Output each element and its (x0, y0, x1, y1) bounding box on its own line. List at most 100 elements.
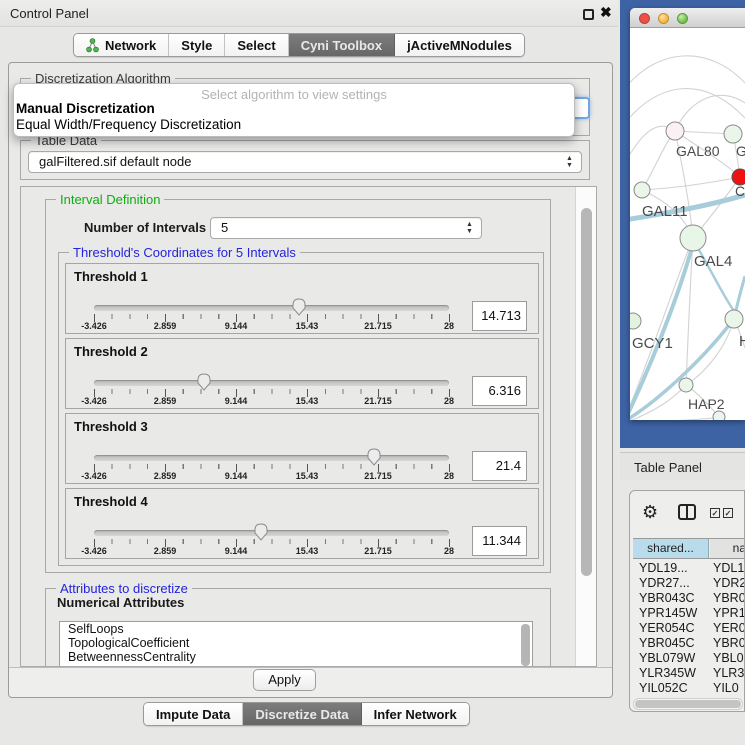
table-row[interactable]: YER054CYER0 (633, 621, 745, 636)
network-view-frame: GAL80 G C GAL11 GAL4 GCY1 H HAP2 (620, 0, 745, 448)
table-row[interactable]: YLR345WYLR3 (633, 666, 745, 681)
vertical-scrollbar[interactable] (575, 187, 596, 666)
node-hap2[interactable] (679, 378, 693, 392)
slider-scale: -3.4262.8599.14415.4321.71528 (94, 396, 449, 408)
interval-definition-group: Interval Definition Number of Intervals … (45, 199, 551, 573)
horizontal-scrollbar[interactable] (633, 698, 743, 710)
table-data-combo-value: galFiltered.sif default node (39, 154, 191, 169)
checkbox-icon[interactable]: ✓ (723, 508, 733, 518)
table-panel-titlebar: Table Panel (620, 452, 745, 480)
tab-select[interactable]: Select (225, 34, 288, 56)
table-panel-title: Table Panel (634, 460, 702, 475)
table-row[interactable]: YPR145WYPR1 (633, 606, 745, 621)
table-row[interactable]: YBL079WYBL0 (633, 651, 745, 666)
threshold-4-value[interactable]: 11.344 (472, 526, 527, 556)
tab-discretize-data[interactable]: Discretize Data (243, 703, 361, 725)
minimize-traffic-light-icon[interactable] (658, 13, 669, 24)
slider-scale: -3.4262.8599.14415.4321.71528 (94, 546, 449, 558)
table-header: shared... na (633, 538, 745, 559)
bottom-tab-bar: Impute Data Discretize Data Infer Networ… (143, 702, 470, 726)
popup-item-manual-discretization[interactable]: Manual Discretization (14, 101, 574, 117)
node-gcy1[interactable] (630, 313, 641, 329)
number-of-intervals-label: Number of Intervals (84, 220, 206, 235)
threshold-3-box: Threshold 3 -3.4262.8599.14415.4321.7152… (65, 413, 539, 484)
list-scrollbar[interactable] (521, 624, 530, 666)
popup-placeholder: Select algorithm to view settings (14, 84, 574, 101)
threshold-2-value[interactable]: 6.316 (472, 376, 527, 406)
combo-arrows-icon: ▲▼ (565, 155, 574, 171)
close-traffic-light-icon[interactable] (639, 13, 650, 24)
tab-network-label: Network (105, 38, 156, 53)
list-item[interactable]: TopologicalCoefficient (60, 636, 532, 650)
algorithm-dropdown-popup: Select algorithm to view settings Manual… (13, 83, 575, 137)
slider-scale: -3.4262.8599.14415.4321.71528 (94, 321, 449, 333)
threshold-1-value[interactable]: 14.713 (472, 301, 527, 331)
numerical-attributes-list[interactable]: SelfLoops TopologicalCoefficient Between… (59, 621, 533, 667)
top-tab-bar: Network Style Select Cyni Toolbox jActiv… (73, 33, 525, 57)
network-window-titlebar (630, 8, 745, 28)
node-gal80[interactable] (666, 122, 684, 140)
zoom-traffic-light-icon[interactable] (677, 13, 688, 24)
threshold-4-box: Threshold 4 -3.4262.8599.14415.4321.7152… (65, 488, 539, 559)
table-row[interactable]: YBR045CYBR0 (633, 636, 745, 651)
table-data-combo[interactable]: galFiltered.sif default node ▲▼ (28, 151, 582, 173)
table-row[interactable]: YIL052CYIL0 (633, 681, 745, 694)
node[interactable] (713, 411, 725, 420)
horizontal-scrollbar-thumb[interactable] (635, 700, 741, 708)
tab-jactivemnodules[interactable]: jActiveMNodules (395, 34, 524, 56)
table-row[interactable]: YDR27...YDR2 (633, 576, 745, 591)
node-label: H (739, 333, 745, 350)
slider-scale: -3.4262.8599.14415.4321.71528 (94, 471, 449, 483)
control-panel-titlebar (0, 0, 618, 27)
tab-impute-data[interactable]: Impute Data (144, 703, 243, 725)
node-label: GAL11 (642, 203, 688, 220)
close-icon[interactable]: ✖ (600, 4, 612, 21)
table-panel: ⚙ ✓ ✓ shared... na YDL19...YDL1 YDR27...… (629, 490, 745, 712)
float-window-icon[interactable] (583, 9, 594, 20)
popup-item-equal-width-frequency[interactable]: Equal Width/Frequency Discretization (14, 117, 574, 133)
panel-title: Control Panel (10, 6, 89, 21)
list-item[interactable]: SelfLoops (60, 622, 532, 636)
columns-icon[interactable] (678, 504, 696, 520)
threshold-2-slider[interactable] (94, 380, 449, 386)
node-gal4[interactable] (680, 225, 706, 251)
threshold-1-slider[interactable] (94, 305, 449, 311)
table-toolbar: ⚙ ✓ ✓ (630, 491, 745, 537)
threshold-4-slider[interactable] (94, 530, 449, 536)
settings-scroll-area: Interval Definition Number of Intervals … (20, 186, 597, 667)
threshold-1-box: Threshold 1 -3.4262.8599.14415.4321.7152… (65, 263, 539, 334)
checkbox-icon[interactable]: ✓ (710, 508, 720, 518)
node[interactable] (725, 310, 743, 328)
list-item[interactable]: BetweennessCentrality (60, 650, 532, 664)
tab-cyni-toolbox[interactable]: Cyni Toolbox (289, 34, 395, 56)
threshold-3-value[interactable]: 21.4 (472, 451, 527, 481)
table-rows: YDL19...YDL1 YDR27...YDR2 YBR043CYBR0 YP… (633, 561, 745, 694)
thresholds-group-title: Threshold's Coordinates for 5 Intervals (69, 245, 300, 260)
attributes-group-title: Attributes to discretize (56, 581, 192, 596)
apply-button[interactable]: Apply (253, 669, 316, 691)
tab-style[interactable]: Style (169, 34, 225, 56)
network-icon (86, 38, 99, 53)
network-window[interactable]: GAL80 G C GAL11 GAL4 GCY1 H HAP2 (630, 8, 745, 420)
node-label: GAL4 (694, 253, 732, 270)
node-label: C (735, 183, 745, 199)
threshold-3-slider[interactable] (94, 455, 449, 461)
node-label: G (736, 143, 745, 159)
table-row[interactable]: YDL19...YDL1 (633, 561, 745, 576)
column-header-name[interactable]: na (710, 539, 745, 558)
node-label: HAP2 (688, 396, 725, 412)
node[interactable] (724, 125, 742, 143)
thresholds-group: Threshold's Coordinates for 5 Intervals … (58, 252, 544, 566)
tab-infer-network[interactable]: Infer Network (362, 703, 469, 725)
gear-icon[interactable]: ⚙ (642, 502, 658, 523)
node-gal11[interactable] (634, 182, 650, 198)
network-canvas[interactable]: GAL80 G C GAL11 GAL4 GCY1 H HAP2 (630, 28, 745, 420)
combo-arrows-icon: ▲▼ (465, 221, 474, 237)
threshold-2-box: Threshold 2 -3.4262.8599.14415.4321.7152… (65, 338, 539, 409)
number-of-intervals-combo[interactable]: 5 ▲▼ (210, 217, 482, 239)
table-row[interactable]: YBR043CYBR0 (633, 591, 745, 606)
tab-network[interactable]: Network (74, 34, 169, 56)
column-header-shared-name[interactable]: shared... (633, 539, 709, 558)
node-label: GCY1 (632, 335, 673, 352)
vertical-scrollbar-thumb[interactable] (581, 208, 592, 576)
